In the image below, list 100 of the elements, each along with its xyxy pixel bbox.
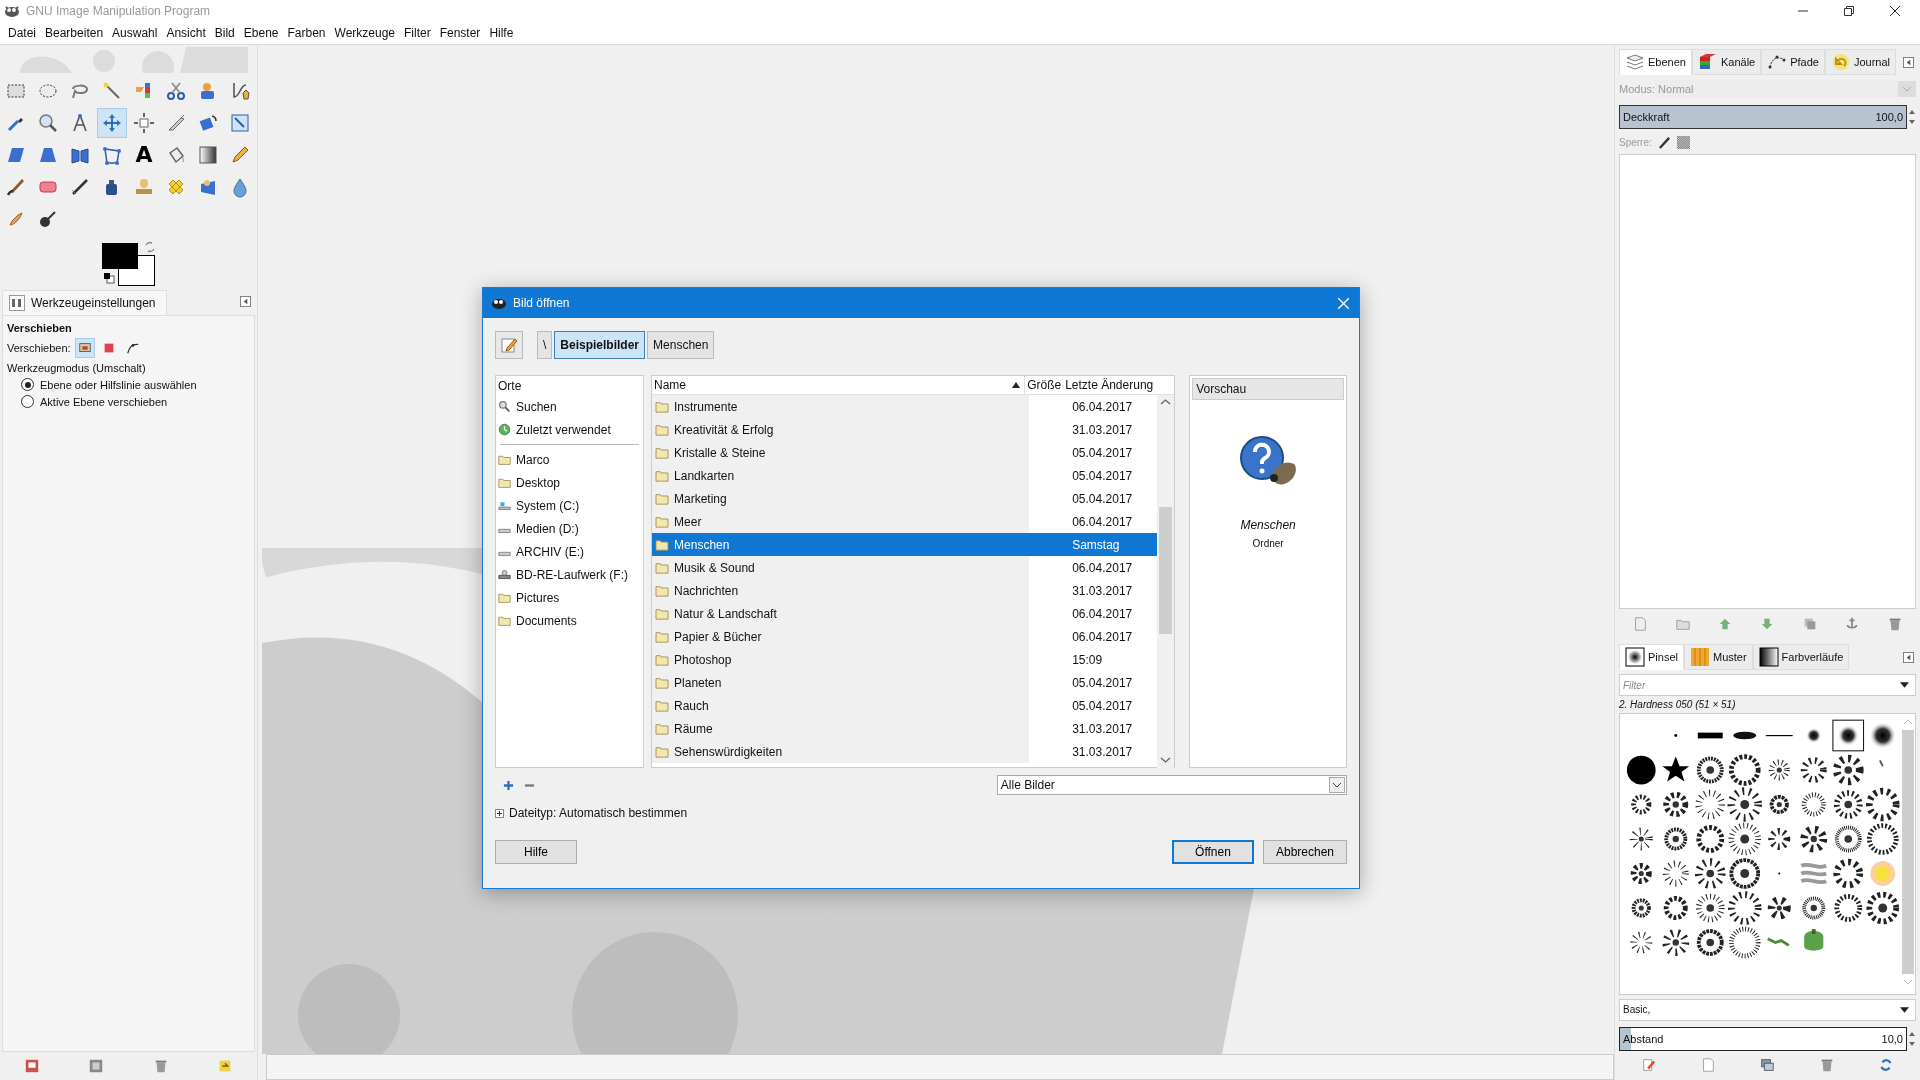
dock-menu-icon[interactable]	[1903, 651, 1914, 663]
expander-label[interactable]: Dateityp: Automatisch bestimmen	[509, 806, 688, 820]
open-button[interactable]: Öffnen	[1171, 840, 1254, 864]
default-colors-icon[interactable]	[103, 272, 115, 284]
folder-icon	[498, 453, 511, 466]
dock-tab[interactable]: Journal	[1824, 49, 1897, 75]
path-button[interactable]: Beispielbilder	[554, 331, 646, 359]
dock-tab[interactable]: Kanäle	[1691, 49, 1762, 75]
scale-icon	[229, 112, 251, 134]
dock-tab[interactable]: Farbverläufe	[1752, 644, 1850, 671]
duplicate-icon[interactable]	[1759, 1057, 1776, 1074]
radio-button[interactable]	[21, 378, 34, 391]
menu-item[interactable]: Bearbeiten	[45, 24, 104, 42]
sort-arrow-icon	[1012, 382, 1021, 388]
folder-icon	[655, 400, 670, 413]
dock-tab[interactable]: Ebenen	[1619, 49, 1692, 75]
menu-item[interactable]: Hilfe	[489, 24, 514, 42]
menu-item[interactable]: Filter	[404, 24, 431, 42]
slider-value: 10,0	[1881, 1032, 1903, 1045]
menu-item[interactable]: Ebene	[243, 24, 279, 42]
dock-tab[interactable]: Muster	[1683, 644, 1753, 671]
spacing-slider[interactable]: Abstand 10,0	[1619, 1026, 1907, 1051]
menu-item[interactable]: Fenster	[439, 24, 481, 42]
restore-icon[interactable]	[1844, 6, 1854, 16]
file-name: Planeten	[674, 675, 722, 690]
layers-icon	[1625, 52, 1645, 72]
expand-icon[interactable]	[495, 808, 504, 818]
place-item[interactable]: Zuletzt verwendet	[498, 418, 642, 441]
column-header[interactable]: Größe	[1024, 376, 1062, 394]
swap-arrows-icon[interactable]	[144, 241, 156, 253]
add-icon[interactable]	[503, 779, 514, 791]
file-name: Kristalle & Steine	[674, 445, 766, 460]
save-icon[interactable]	[24, 1058, 41, 1074]
folder-icon	[655, 584, 670, 597]
path-button[interactable]: \	[537, 331, 553, 359]
paintbrush-icon	[5, 176, 27, 198]
file-name: Nachrichten	[674, 583, 739, 598]
dock-tab[interactable]: Pfade	[1761, 49, 1825, 75]
menu-item[interactable]: Ansicht	[166, 24, 206, 42]
dock-tab[interactable]: Pinsel	[1619, 644, 1684, 671]
file-name: Photoshop	[674, 652, 732, 667]
cancel-button[interactable]: Abbrechen	[1262, 840, 1347, 864]
dock-menu-icon[interactable]	[1903, 56, 1914, 68]
date-cell-text: 31.03.2017	[1071, 720, 1134, 738]
menu-item[interactable]: Bild	[214, 24, 235, 42]
place-item[interactable]: Documents	[498, 609, 642, 632]
slider-value: 100,0	[1875, 110, 1903, 123]
date-cell-text: 05.04.2017	[1071, 467, 1134, 485]
tool-button[interactable]: A	[129, 140, 159, 170]
brush-grid-drawing[interactable]	[1624, 718, 1900, 960]
menu-item[interactable]: Auswahl	[112, 24, 158, 42]
close-icon[interactable]	[1890, 6, 1900, 16]
place-item[interactable]: Marco	[498, 448, 642, 471]
edit-icon[interactable]	[1640, 1057, 1657, 1074]
place-item[interactable]: Pictures	[498, 586, 642, 609]
move-target-toggle[interactable]	[74, 338, 95, 358]
column-header[interactable]: Name	[652, 376, 1025, 394]
column-header[interactable]: Letzte Änderung	[1061, 376, 1156, 394]
gradient-icon	[197, 144, 219, 166]
folder-icon	[655, 722, 670, 735]
opacity-slider[interactable]: Deckkraft 100,0	[1619, 104, 1907, 129]
date-cell-text: 06.04.2017	[1071, 559, 1134, 577]
file-name: Rauch	[674, 698, 709, 713]
filter-input[interactable]: Filter	[1620, 679, 1900, 691]
checker-lock-icon[interactable]	[1676, 135, 1690, 149]
menu-item[interactable]: Werkzeuge	[334, 24, 395, 42]
file-filter-dropdown[interactable]: Alle Bilder	[996, 775, 1347, 795]
tool-options-tab[interactable]: Werkzeugeinstellungen	[2, 290, 167, 315]
dock-menu-icon[interactable]	[240, 296, 251, 307]
file-name: Marketing	[674, 491, 727, 506]
menu-item[interactable]: Farben	[287, 24, 326, 42]
color-swatches-drawing[interactable]	[102, 243, 156, 287]
file-name: Musik & Sound	[674, 560, 755, 575]
place-item[interactable]: Medien (D:)	[498, 517, 642, 540]
help-button[interactable]: Hilfe	[495, 840, 577, 864]
folder-icon	[655, 699, 670, 712]
preview-name: Menschen	[1240, 518, 1296, 532]
date-cell-text: 06.04.2017	[1071, 605, 1134, 623]
column-header[interactable]: Orte	[498, 377, 642, 395]
place-item[interactable]: Desktop	[498, 471, 642, 494]
edit-location-button[interactable]	[495, 331, 523, 359]
file-name: Kreativität & Erfolg	[674, 422, 774, 437]
path-button[interactable]: Menschen	[647, 331, 715, 359]
date-cell-text: 05.04.2017	[1071, 674, 1134, 692]
filter-field[interactable]: Filter	[1619, 674, 1916, 696]
file-name: Meer	[674, 514, 702, 529]
clock-icon	[498, 423, 511, 436]
scrollbar[interactable]	[1157, 395, 1175, 768]
radio-button[interactable]	[21, 395, 34, 408]
place-item[interactable]: ARCHIV (E:)	[498, 540, 642, 563]
caret-icon[interactable]	[1900, 1006, 1909, 1013]
caret-icon[interactable]	[1900, 682, 1909, 689]
date-cell-text: 05.04.2017	[1071, 697, 1134, 715]
new-page-icon[interactable]	[1700, 1057, 1717, 1074]
lock-label: Sperre:	[1619, 136, 1652, 148]
place-item[interactable]: Suchen	[498, 395, 642, 418]
place-item[interactable]: BD-RE-Laufwerk (F:)	[498, 563, 642, 586]
brush-lock-icon[interactable]	[1657, 135, 1671, 149]
place-item[interactable]: System (C:)	[498, 494, 642, 517]
menu-item[interactable]: Datei	[8, 24, 36, 42]
